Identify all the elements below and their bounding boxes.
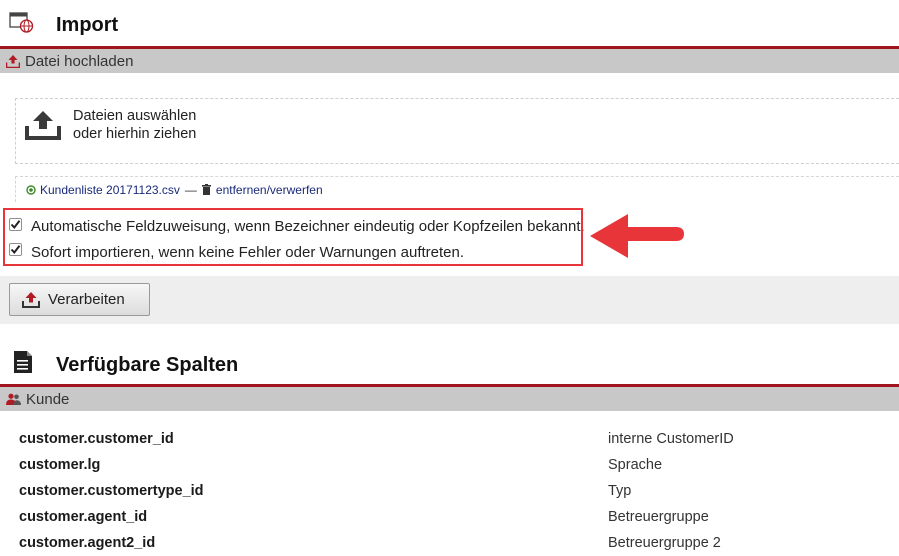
trash-icon[interactable] [201,184,211,195]
process-button-label: Verarbeiten [48,291,125,308]
column-key: customer.agent2_id [19,535,156,551]
page-title: Import [56,14,119,36]
uploaded-file-row: Kundenliste 20171123.csv — entfernen/ver… [15,176,899,202]
users-icon [6,393,21,405]
file-status-icon [26,184,36,195]
annotation-arrow-icon [588,212,686,262]
upload-icon [22,291,40,308]
file-separator: — [184,182,197,197]
customer-group-title: Kunde [26,390,70,408]
dropzone-line-2: oder hierhin ziehen [73,126,197,142]
upload-icon [6,54,20,68]
process-button[interactable]: Verarbeiten [9,283,150,316]
upload-tray-icon [25,110,61,140]
file-dropzone[interactable]: Dateien auswählen oder hierhin ziehen [15,98,899,164]
dropzone-line-1: Dateien auswählen [73,108,197,124]
remove-file-link[interactable]: entfernen/verwerfen [216,183,323,197]
column-desc: Betreuergruppe 2 [608,535,721,551]
upload-section-header: Datei hochladen [0,46,899,73]
column-desc: Sprache [608,457,663,473]
customer-group-header: Kunde [0,384,899,411]
upload-section-title: Datei hochladen [25,52,134,70]
column-key: customer.agent_id [19,509,148,525]
document-icon [12,350,34,374]
column-key: customer.customer_id [19,431,174,447]
column-desc: interne CustomerID [608,431,734,447]
file-name: Kundenliste 20171123.csv [40,182,180,197]
import-header-icon [9,11,35,33]
columns-title: Verfügbare Spalten [56,354,239,376]
column-desc: Typ [608,483,632,499]
annotation-highlight-box [3,208,583,266]
column-key: customer.lg [19,457,101,473]
column-key: customer.customertype_id [19,483,204,499]
column-desc: Betreuergruppe [608,509,709,525]
